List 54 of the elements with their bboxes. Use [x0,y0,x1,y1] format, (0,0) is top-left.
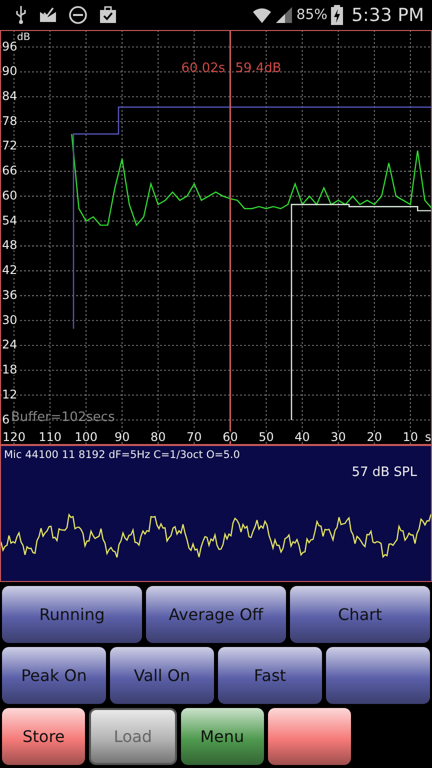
y-tick-label: 12 [2,387,18,402]
signal-icon [276,7,292,23]
mail-icon [38,6,58,24]
blocked-icon [68,5,88,25]
y-tick-label: 84 [2,89,18,104]
x-tick-label: 30 [330,430,346,444]
control-button[interactable]: Store [2,708,86,765]
battery-percent: 85% [296,7,328,23]
clock: 5:33 PM [351,4,424,26]
y-tick-label: 54 [2,213,18,228]
control-button[interactable]: Peak On [2,647,106,704]
x-tick-label: 10 [402,430,418,444]
x-tick-label: 70 [186,430,202,444]
y-axis-unit: dB [17,32,30,43]
blank-button[interactable] [268,708,352,765]
y-tick-label: 72 [2,138,18,153]
blank-button[interactable] [326,647,430,704]
cursor-label: 60.02s [181,61,226,76]
x-tick-label: 120 [2,430,26,444]
y-tick-label: 96 [2,39,18,54]
spl-reading: 57 dB SPL [350,464,418,480]
y-tick-label: 36 [2,288,18,302]
clipboard-icon [98,6,118,24]
x-tick-label: 100 [74,430,98,444]
y-tick-label: 24 [2,338,18,352]
usb-icon [14,5,28,25]
control-button[interactable]: Fast [218,647,322,704]
control-button[interactable]: Running [2,586,142,643]
x-tick-label: 50 [258,430,274,444]
cursor-line[interactable] [229,31,231,444]
x-tick-label: 40 [294,430,310,444]
y-tick-label: 18 [2,362,18,377]
control-button[interactable]: Average Off [146,586,286,643]
y-tick-label: 66 [2,164,18,178]
x-tick-label: 20 [366,430,382,444]
x-tick-label: 80 [150,430,166,444]
x-tick-label: 90 [114,430,130,444]
y-tick-label: 78 [2,114,18,128]
cursor-label: 59.4dB [235,61,282,76]
mic-settings-text: Mic 44100 11 8192 dF=5Hz C=1/3oct O=5.0 [3,448,241,461]
y-tick-label: 90 [2,64,18,78]
buffer-label: Buffer=102secs [11,410,115,425]
y-tick-label: 30 [2,312,18,327]
y-tick-label: 42 [2,263,18,278]
battery-charging-icon [331,5,344,25]
control-button[interactable]: Menu [180,708,264,765]
x-tick-label: 110 [38,430,62,444]
control-button[interactable]: Chart [290,586,430,643]
control-button[interactable]: Vall On [110,647,214,704]
y-tick-label: 60 [2,188,18,202]
x-axis-unit: s [425,430,431,444]
y-tick-label: 48 [2,238,18,252]
wifi-icon [252,6,272,24]
y-tick-label: 6 [2,412,10,426]
